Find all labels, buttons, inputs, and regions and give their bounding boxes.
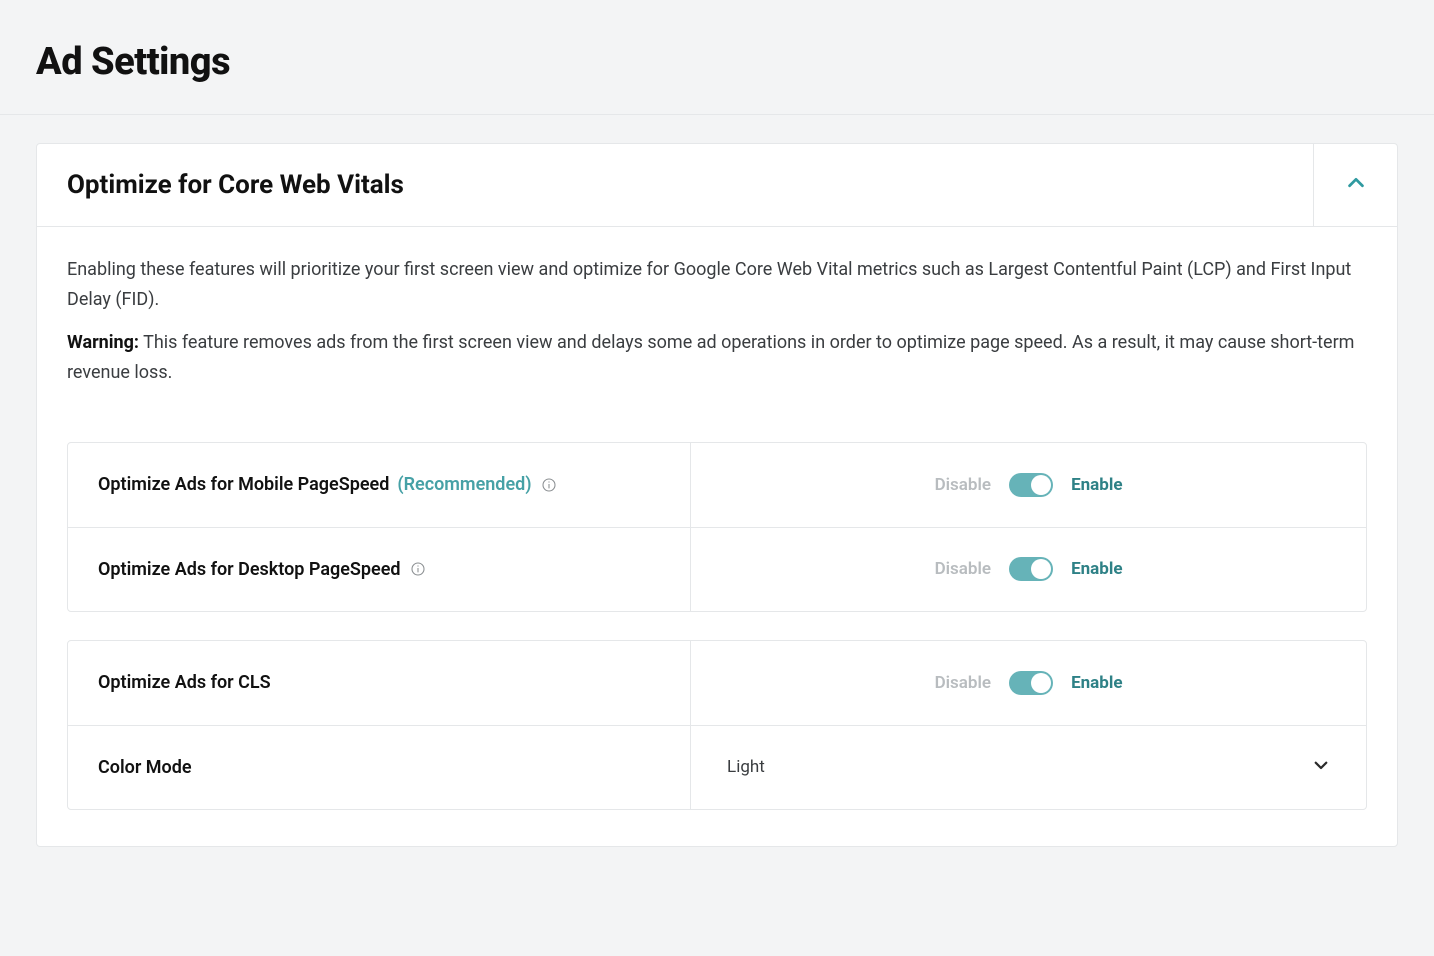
setting-label-text: Optimize Ads for CLS (98, 672, 271, 693)
chevron-up-icon (1345, 172, 1367, 198)
warning-text: This feature removes ads from the first … (67, 332, 1354, 383)
setting-label-desktop-pagespeed: Optimize Ads for Desktop PageSpeed (68, 528, 691, 611)
info-icon[interactable] (409, 560, 427, 578)
page-header: Ad Settings (0, 0, 1434, 115)
ad-settings-page: Ad Settings Optimize for Core Web Vitals… (0, 0, 1434, 956)
panel-description-text: Enabling these features will prioritize … (67, 255, 1367, 314)
setting-control-cls: Disable Enable (691, 641, 1366, 725)
info-icon[interactable] (540, 476, 558, 494)
desktop-pagespeed-toggle[interactable] (1009, 557, 1053, 581)
panel-body: Enabling these features will prioritize … (37, 227, 1397, 846)
setting-row-mobile-pagespeed: Optimize Ads for Mobile PageSpeed (Recom… (68, 443, 1366, 527)
setting-control-color-mode: Light (691, 726, 1366, 809)
chevron-down-icon (1312, 756, 1330, 778)
toggle-enable-label: Enable (1071, 475, 1122, 495)
toggle-enable-label: Enable (1071, 673, 1122, 693)
setting-label-text: Optimize Ads for Mobile PageSpeed (98, 474, 389, 495)
color-mode-select[interactable]: Light (721, 756, 1336, 778)
setting-row-desktop-pagespeed: Optimize Ads for Desktop PageSpeed Disab… (68, 527, 1366, 611)
setting-label-color-mode: Color Mode (68, 726, 691, 809)
setting-label-text: Optimize Ads for Desktop PageSpeed (98, 559, 401, 580)
page-title: Ad Settings (36, 40, 1398, 84)
settings-group-pagespeed: Optimize Ads for Mobile PageSpeed (Recom… (67, 442, 1367, 612)
settings-group-cls: Optimize Ads for CLS Disable Enable Colo… (67, 640, 1367, 810)
toggle-disable-label: Disable (935, 673, 992, 693)
panel-header: Optimize for Core Web Vitals (37, 144, 1397, 227)
panel-collapse-button[interactable] (1313, 144, 1397, 226)
panel-description: Enabling these features will prioritize … (67, 255, 1367, 388)
toggle-enable-label: Enable (1071, 559, 1122, 579)
cls-toggle[interactable] (1009, 671, 1053, 695)
setting-control-mobile-pagespeed: Disable Enable (691, 443, 1366, 527)
panel-warning: Warning: This feature removes ads from t… (67, 328, 1367, 387)
setting-label-text: Color Mode (98, 757, 192, 778)
setting-control-desktop-pagespeed: Disable Enable (691, 528, 1366, 611)
setting-row-color-mode: Color Mode Light (68, 725, 1366, 809)
setting-label-mobile-pagespeed: Optimize Ads for Mobile PageSpeed (Recom… (68, 443, 691, 527)
toggle-disable-label: Disable (935, 475, 992, 495)
toggle-disable-label: Disable (935, 559, 992, 579)
warning-label: Warning: (67, 332, 139, 353)
setting-row-cls: Optimize Ads for CLS Disable Enable (68, 641, 1366, 725)
recommended-badge: (Recommended) (397, 474, 531, 495)
panel-title: Optimize for Core Web Vitals (37, 144, 1313, 226)
core-web-vitals-panel: Optimize for Core Web Vitals Enabling th… (36, 143, 1398, 847)
setting-label-cls: Optimize Ads for CLS (68, 641, 691, 725)
color-mode-value: Light (727, 757, 765, 777)
mobile-pagespeed-toggle[interactable] (1009, 473, 1053, 497)
